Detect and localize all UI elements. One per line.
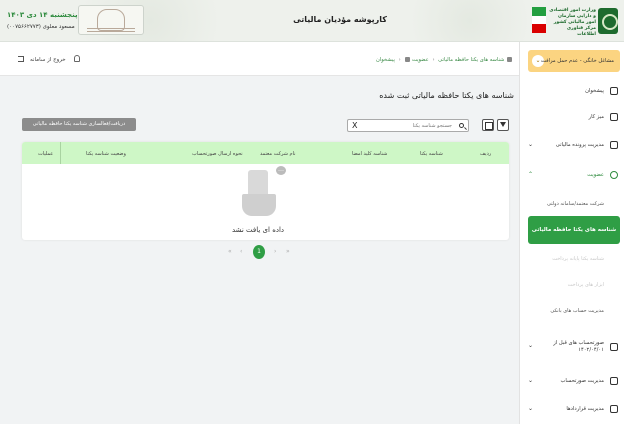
header-date: پنجشنبه ۱۴ دی ۱۴۰۳ bbox=[7, 11, 78, 19]
main-content: شناسه های یکتا حافظه مالیاتی ثبت شده دری… bbox=[12, 80, 514, 280]
sidebar-item-old-invoices[interactable]: ⌄ صورتحساب های قبل از ۱۴۰۲/۰۴/۰۱ bbox=[524, 336, 622, 360]
column-header[interactable]: وضعیت شناسه یکتا bbox=[86, 151, 126, 157]
column-divider bbox=[60, 142, 61, 164]
breadcrumb: شناسه های یکتا حافظه مالیاتی ‹ عضویت ‹ پ… bbox=[376, 57, 513, 63]
first-page-icon[interactable]: « bbox=[228, 248, 232, 255]
header-user: مسعود معلوی (۰۰۷۵۶۶۲۷۷۳) bbox=[7, 24, 75, 30]
home-icon bbox=[610, 87, 618, 95]
sidebar-item-label: مدیریت صورتحساب bbox=[560, 378, 604, 384]
filter-button[interactable] bbox=[497, 119, 509, 131]
chevron-down-icon: ⌄ bbox=[528, 141, 534, 148]
column-header[interactable]: شناسه یکتا bbox=[420, 151, 443, 157]
empty-state-text: داده ای یافت نشد bbox=[231, 226, 285, 234]
column-header[interactable]: ردیف bbox=[480, 151, 491, 157]
logout-icon bbox=[18, 56, 24, 62]
calligraphy-emblem bbox=[78, 5, 144, 35]
sidebar-item-label: عضویت bbox=[587, 172, 604, 178]
sidebar-item-tax-file[interactable]: ⌄ مدیریت پرونده مالیاتی bbox=[524, 138, 622, 154]
sidebar-subitem-bank-accounts[interactable]: مدیریت حساب های بانکی bbox=[550, 308, 604, 314]
sidebar-subitem-payment-tools: ابزار های پرداخت bbox=[567, 282, 604, 288]
sidebar-item-dashboard[interactable]: پیشخوان bbox=[524, 84, 622, 100]
current-page[interactable]: 1 bbox=[253, 245, 265, 259]
chevron-down-icon: ⌄ bbox=[528, 342, 534, 349]
breadcrumb-sep-icon: ‹ bbox=[398, 57, 401, 63]
sidebar-item-invoice-management[interactable]: ⌄ مدیریت صورتحساب bbox=[524, 374, 622, 390]
sidebar-subitem-pos-id: شناسه یکتا پایانه پرداخت bbox=[552, 256, 604, 262]
page-header-title: کارپوشه مؤدیان مالیاتی bbox=[293, 15, 387, 24]
column-settings-button[interactable] bbox=[482, 119, 494, 131]
sidebar-item-label: پیشخوان bbox=[585, 88, 604, 94]
column-header[interactable]: عملیات bbox=[38, 151, 53, 157]
top-toolbar: خروج از سامانه شناسه های یکتا حافظه مالی… bbox=[0, 42, 519, 76]
column-header[interactable]: نحوه ارسال صورتحساب bbox=[192, 151, 243, 157]
page-title: شناسه های یکتا حافظه مالیاتی ثبت شده bbox=[379, 91, 514, 100]
user-icon bbox=[610, 171, 618, 179]
sidebar-item-label: مدیریت قراردادها bbox=[566, 406, 604, 412]
chevron-down-icon: ⌄ bbox=[528, 405, 534, 412]
logo-text: وزارت امور اقتصادی و دارایی سازمان امور … bbox=[549, 8, 596, 37]
breadcrumb-item[interactable]: پیشخوان bbox=[376, 57, 395, 63]
app-header: پنجشنبه ۱۴ دی ۱۴۰۳ مسعود معلوی (۰۰۷۵۶۶۲۷… bbox=[0, 0, 624, 42]
account-label: مشاغل خانگی - عدم حمل مرافت bbox=[541, 58, 614, 64]
chevron-down-icon: ⌄ bbox=[528, 377, 534, 384]
sidebar-item-label: صورتحساب های قبل از ۱۴۰۲/۰۴/۰۱ bbox=[553, 340, 604, 353]
sidebar-item-membership[interactable]: ⌃ عضویت bbox=[524, 168, 622, 184]
sidebar-subitem-trusted-company[interactable]: شرکت معتمد/سامانه دولتی bbox=[547, 201, 604, 207]
next-page-icon[interactable]: › bbox=[274, 248, 276, 255]
last-page-icon[interactable]: » bbox=[286, 248, 290, 255]
receive-unique-id-button[interactable]: دریافت/فعالسازی شناسه یکتا حافظه مالیاتی bbox=[22, 118, 136, 131]
pagination: « ‹ 1 › » bbox=[228, 245, 308, 259]
breadcrumb-item[interactable]: شناسه های یکتا حافظه مالیاتی bbox=[438, 57, 504, 63]
briefcase-icon bbox=[610, 113, 618, 121]
sidebar-item-label: مدیریت پرونده مالیاتی bbox=[555, 142, 604, 148]
breadcrumb-sep-icon: ‹ bbox=[432, 57, 435, 63]
account-selector[interactable]: ⌄ مشاغل خانگی - عدم حمل مرافت bbox=[528, 50, 620, 72]
user-icon bbox=[405, 57, 411, 62]
invoice-icon bbox=[610, 343, 618, 351]
search-box: X bbox=[347, 119, 469, 132]
sidebar-item-desk[interactable]: میز کار bbox=[524, 110, 622, 126]
sidebar-subitem-unique-ids[interactable]: شناسه های یکتا حافظه مالیاتی bbox=[528, 216, 620, 244]
chevron-up-icon: ⌃ bbox=[528, 171, 534, 178]
sidebar-item-contracts[interactable]: ⌄ مدیریت قراردادها bbox=[524, 402, 622, 418]
prev-page-icon[interactable]: ‹ bbox=[240, 248, 242, 255]
logout-label: خروج از سامانه bbox=[30, 57, 66, 63]
tax-org-emblem-icon bbox=[598, 8, 618, 34]
empty-state-icon: … bbox=[242, 166, 286, 220]
sidebar: ⌄ مشاغل خانگی - عدم حمل مرافت پیشخوان می… bbox=[519, 42, 624, 424]
notification-bell-icon[interactable] bbox=[74, 55, 80, 62]
clear-search-button[interactable]: X bbox=[352, 121, 357, 130]
home-icon bbox=[507, 57, 513, 62]
receipt-icon bbox=[610, 377, 618, 385]
unique-ids-table: ردیف شناسه یکتا شناسه کلید امضا نام شرکت… bbox=[22, 142, 509, 240]
tax-org-logo: وزارت امور اقتصادی و دارایی سازمان امور … bbox=[528, 3, 620, 39]
search-input[interactable] bbox=[362, 122, 452, 130]
column-header[interactable]: شناسه کلید امضا bbox=[352, 151, 387, 157]
table-header: ردیف شناسه یکتا شناسه کلید امضا نام شرکت… bbox=[22, 142, 509, 164]
file-icon bbox=[610, 141, 618, 149]
iran-flag-icon bbox=[532, 7, 546, 33]
breadcrumb-item[interactable]: عضویت bbox=[412, 57, 429, 63]
search-icon[interactable] bbox=[459, 123, 464, 128]
logout-button[interactable]: خروج از سامانه bbox=[18, 56, 66, 63]
sidebar-item-label: میز کار bbox=[588, 114, 604, 120]
contract-icon bbox=[610, 405, 618, 413]
column-header[interactable]: نام شرکت معتمد bbox=[260, 151, 296, 157]
